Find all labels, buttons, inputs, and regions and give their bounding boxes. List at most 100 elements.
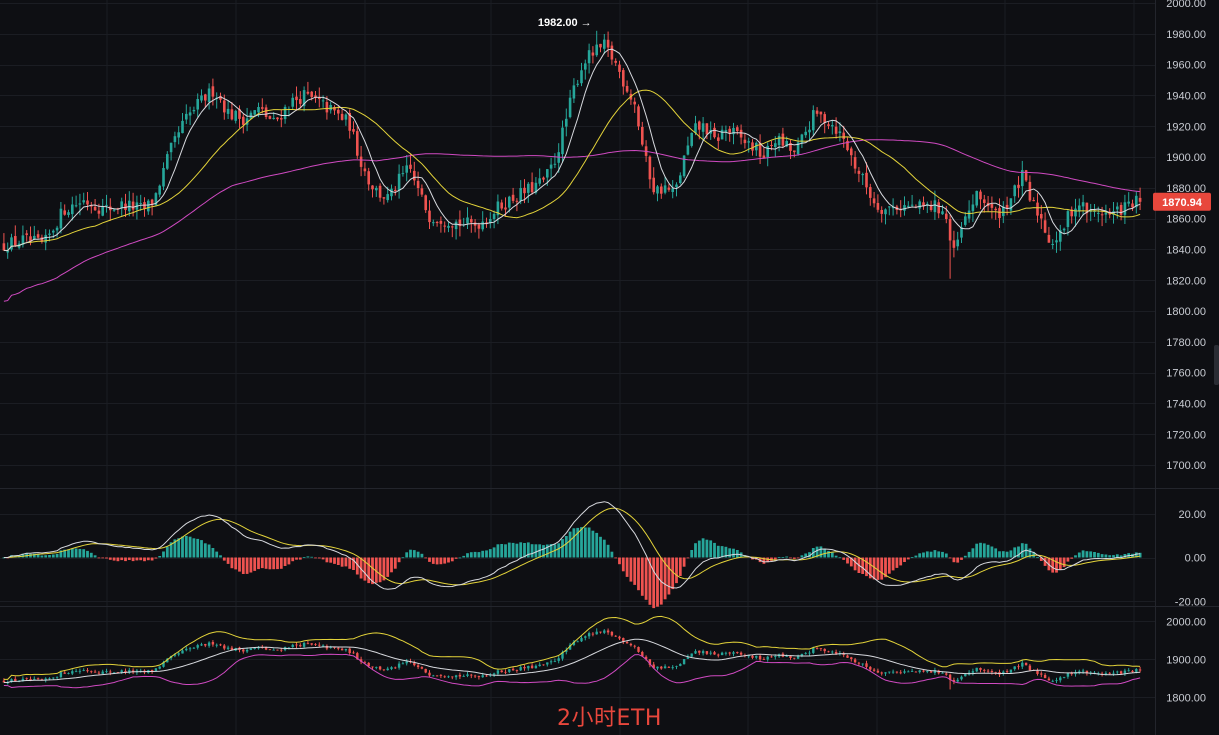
last-price-label: 1870.94 [1162, 197, 1203, 209]
candle-body [736, 127, 739, 131]
mini-candle-body [1040, 673, 1043, 675]
mini-candle-body [470, 674, 473, 676]
macd-histogram-bar [124, 557, 127, 562]
candle-body [105, 204, 108, 206]
macd-histogram-bar [1096, 552, 1100, 558]
candle-body [671, 188, 674, 192]
candle-body [36, 234, 40, 238]
mini-candle-body [1005, 671, 1009, 673]
mini-candle-body [428, 672, 431, 676]
mini-candle-body [439, 675, 443, 676]
macd-histogram-bar [922, 552, 925, 558]
scroll-handle[interactable] [1214, 345, 1219, 385]
candle-body [86, 200, 89, 205]
mini-candle-body [618, 636, 621, 639]
candle-body [853, 157, 857, 169]
macd-histogram-bar [268, 557, 272, 570]
candle-body [971, 204, 975, 212]
macd-histogram-bar [428, 557, 431, 562]
macd-histogram-bar [716, 545, 720, 558]
mini-candle-body [1013, 666, 1016, 670]
mini-candle-body [1123, 670, 1127, 674]
mini-candle-body [819, 648, 823, 649]
candle-body [44, 234, 47, 243]
candle-body [1116, 206, 1119, 210]
macd-histogram-bar [386, 557, 390, 577]
mini-candle-body [276, 649, 279, 651]
macd-histogram-bar [257, 557, 260, 570]
macd-histogram-bar [910, 557, 914, 558]
macd-histogram-bar [640, 557, 644, 596]
macd-histogram-bar [899, 557, 903, 566]
candle-body [405, 165, 408, 173]
macd-histogram-bar [40, 555, 44, 558]
mini-candle-body [553, 661, 557, 662]
macd-histogram-bar [127, 557, 131, 560]
candle-body [686, 145, 690, 155]
macd-histogram-bar [131, 557, 135, 562]
candle-body [838, 131, 842, 134]
mini-candle-body [580, 638, 583, 642]
candle-body [416, 180, 420, 188]
candle-body [618, 64, 621, 72]
mini-candle-body [1051, 680, 1054, 682]
candle-body [447, 225, 450, 228]
macd-histogram-bar [595, 532, 599, 558]
candle-body [101, 206, 104, 216]
candle-body [435, 222, 439, 223]
macd-histogram-bar [279, 557, 283, 569]
macd-histogram-bar [150, 557, 154, 561]
mini-candle-body [971, 671, 975, 673]
macd-histogram-bar [86, 550, 89, 558]
candle-body [325, 102, 329, 113]
mini-candle-body [808, 652, 811, 654]
mini-candle-body [603, 630, 606, 633]
mini-candle-body [86, 670, 89, 672]
macd-histogram-bar [1066, 557, 1070, 562]
macd-histogram-bar [333, 557, 336, 564]
macd-histogram-bar [637, 557, 640, 591]
macd-histogram-bar [564, 536, 568, 558]
candle-body [1062, 228, 1066, 231]
mini-candle-body [831, 651, 834, 653]
mini-candle-body [59, 672, 63, 678]
candle-body [1047, 234, 1051, 243]
candle-body [207, 88, 211, 102]
candle-body [185, 113, 188, 120]
candle-body [967, 210, 971, 219]
macd-histogram-bar [732, 548, 735, 558]
candle-body [880, 210, 883, 214]
candle-body [907, 205, 910, 207]
axis-tick-label: 0.00 [1185, 553, 1206, 565]
macd-histogram-bar [697, 540, 701, 558]
mini-candle-body [557, 658, 560, 661]
mini-candle-body [538, 664, 541, 666]
candle-body [1131, 203, 1134, 208]
mini-candle-body [679, 664, 682, 666]
candle-body [998, 208, 1001, 219]
chart-canvas[interactable]: 2000.00 1980.00 1960.00 1940.00 1920.00 1900.… [0, 0, 1219, 735]
candle-body [120, 201, 123, 209]
candle-body [409, 164, 412, 169]
mini-candle-body [705, 651, 709, 654]
mini-candle-body [857, 662, 861, 664]
macd-histogram-bar [1074, 555, 1077, 558]
mini-candle-body [530, 665, 534, 669]
macd-histogram-bar [838, 557, 842, 559]
candle-body [584, 63, 587, 70]
mini-candle-body [219, 644, 222, 646]
candle-body [876, 203, 880, 210]
mini-candle-body [340, 648, 344, 651]
macd-histogram-bar [827, 550, 830, 558]
macd-histogram-bar [89, 552, 93, 558]
candle-body [781, 133, 785, 146]
mini-candle-body [1059, 677, 1062, 681]
macd-histogram-bar [219, 555, 222, 558]
macd-histogram-bar [93, 555, 97, 558]
mini-candle-body [90, 671, 93, 673]
mini-candle-body [67, 673, 70, 674]
macd-histogram-bar [621, 557, 625, 572]
macd-histogram-bar [933, 550, 937, 558]
mini-candle-body [542, 664, 545, 666]
axis-tick-label: -20.00 [1175, 596, 1206, 608]
